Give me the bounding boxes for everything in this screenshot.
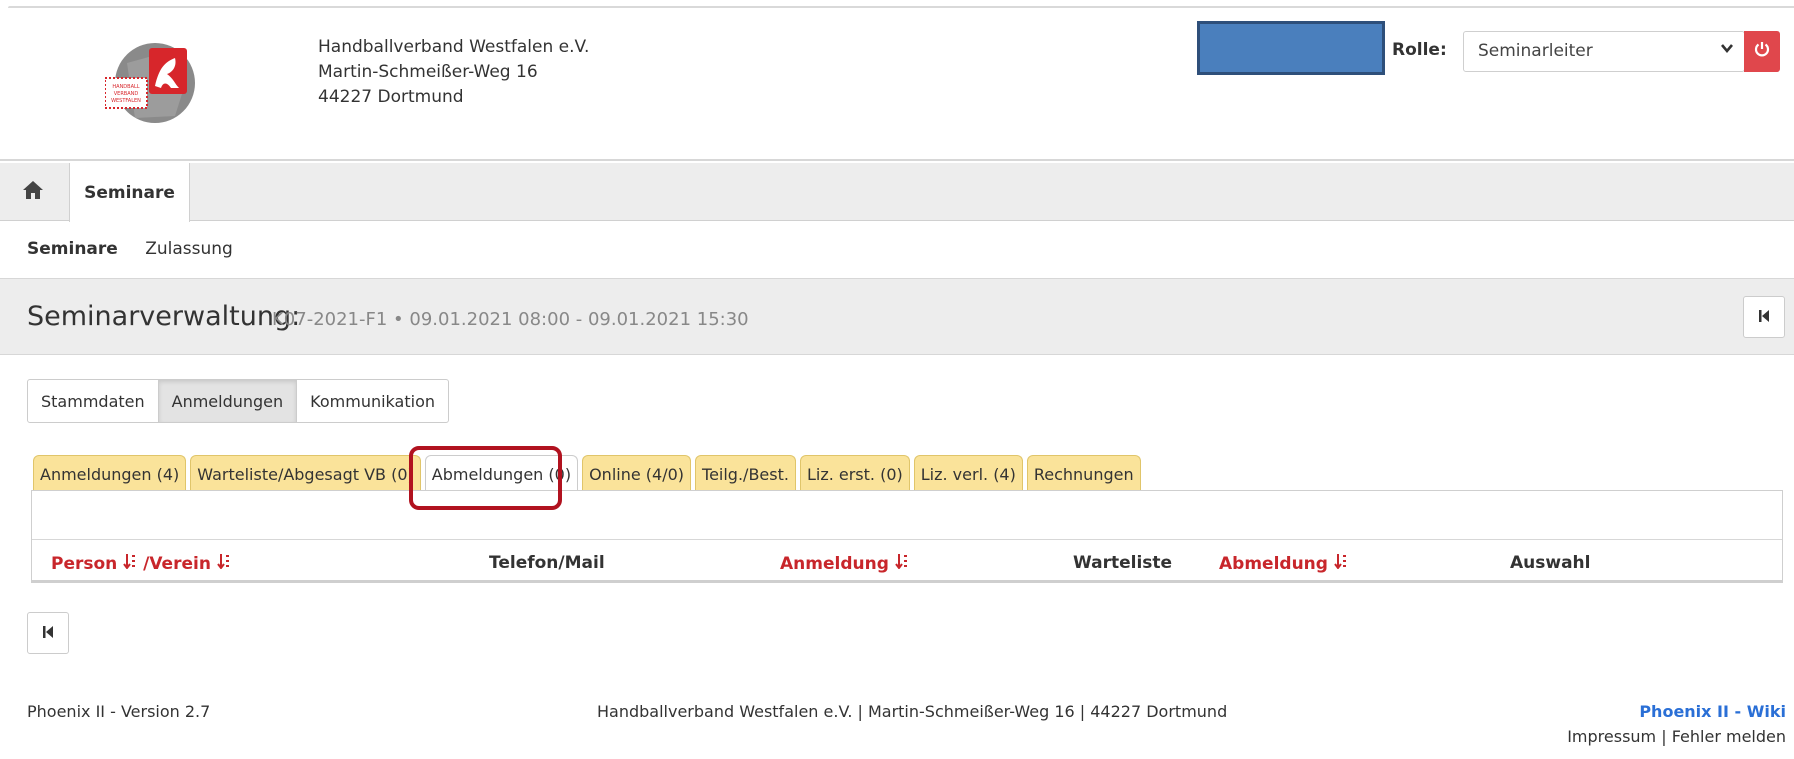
redacted-user-box: [1197, 21, 1385, 75]
sort-icon: [1334, 554, 1348, 574]
col-header-abmeldung[interactable]: Abmeldung: [1219, 553, 1348, 574]
tab-kommunikation[interactable]: Kommunikation: [296, 379, 449, 423]
subtab-abmeldungen[interactable]: Abmeldungen (0): [424, 455, 579, 492]
sort-icon: [894, 554, 909, 574]
association-address: Handballverband Westfalen e.V. Martin-Sc…: [318, 35, 589, 110]
main-nav: Seminare: [0, 163, 1794, 222]
col-verein-label: /Verein: [143, 554, 211, 574]
header: HANDBALL VERBAND WESTFALEN Handballverba…: [0, 8, 1794, 161]
subtab-liz-verl[interactable]: Liz. verl. (4): [913, 455, 1023, 492]
address-line-street: Martin-Schmeißer-Weg 16: [318, 62, 538, 82]
sort-icon: [217, 554, 231, 574]
footer-version: Phoenix II - Version 2.7: [27, 702, 211, 721]
col-header-anmeldung[interactable]: Anmeldung: [780, 553, 909, 574]
svg-text:VERBAND: VERBAND: [114, 91, 139, 97]
col-header-person-verein[interactable]: Person /Verein: [51, 553, 231, 574]
footer-links: Impressum | Fehler melden: [1567, 727, 1786, 746]
chevron-down-icon: [1720, 40, 1734, 59]
sort-icon: [123, 554, 137, 574]
svg-text:WESTFALEN: WESTFALEN: [111, 98, 141, 104]
col-abmeldung-label: Abmeldung: [1219, 554, 1328, 574]
table-bottom-border: [32, 580, 1782, 582]
subtab-online[interactable]: Online (4/0): [582, 455, 692, 492]
logout-button[interactable]: [1744, 31, 1780, 72]
home-icon: [22, 180, 44, 205]
subtab-warteliste[interactable]: Warteliste/Abgesagt VB (0): [190, 455, 421, 492]
col-person-label: Person: [51, 554, 118, 574]
power-icon: [1753, 40, 1771, 63]
address-line-name: Handballverband Westfalen e.V.: [318, 37, 590, 57]
back-to-start-button[interactable]: [1743, 296, 1785, 338]
role-label: Rolle:: [1392, 40, 1447, 60]
address-line-city: 44227 Dortmund: [318, 87, 464, 107]
page-subtitle: K07-2021-F1 • 09.01.2021 08:00 - 09.01.2…: [272, 309, 749, 330]
skip-back-icon: [42, 624, 54, 643]
impressum-link[interactable]: Impressum: [1567, 727, 1656, 746]
sub-navigation: Seminare Zulassung: [27, 239, 255, 259]
table-divider: [32, 539, 1782, 540]
registration-subtabs: Anmeldungen (4) Warteliste/Abgesagt VB (…: [33, 455, 1145, 492]
home-button[interactable]: [18, 177, 48, 207]
wiki-link[interactable]: Phoenix II - Wiki: [1639, 702, 1786, 721]
skip-back-icon: [1758, 308, 1770, 327]
svg-text:HANDBALL: HANDBALL: [112, 84, 139, 90]
subtab-teilg-best[interactable]: Teilg./Best.: [695, 455, 796, 492]
footer-address: Handballverband Westfalen e.V. | Martin-…: [597, 702, 1228, 721]
col-anmeldung-label: Anmeldung: [780, 554, 889, 574]
hvw-logo: HANDBALL VERBAND WESTFALEN: [104, 38, 197, 128]
page-title: Seminarverwaltung:: [27, 301, 301, 332]
title-bar: Seminarverwaltung: K07-2021-F1 • 09.01.2…: [0, 278, 1794, 355]
abmeldungen-table: Person /Verein Telefon/Mail Anmeldung Wa…: [31, 490, 1783, 583]
subtab-liz-erst[interactable]: Liz. erst. (0): [799, 455, 910, 492]
tab-seminare[interactable]: Seminare: [69, 163, 190, 222]
footer-divider: |: [1661, 727, 1667, 746]
subnav-zulassung[interactable]: Zulassung: [145, 239, 233, 259]
subnav-seminare[interactable]: Seminare: [27, 239, 118, 259]
col-header-telefon-mail: Telefon/Mail: [489, 553, 605, 573]
col-header-warteliste: Warteliste: [1073, 553, 1173, 573]
tab-anmeldungen[interactable]: Anmeldungen: [157, 379, 298, 423]
col-header-auswahl: Auswahl: [1510, 553, 1591, 573]
fehler-melden-link[interactable]: Fehler melden: [1672, 727, 1786, 746]
role-select-value: Seminarleiter: [1478, 41, 1593, 61]
subtab-rechnungen[interactable]: Rechnungen: [1026, 455, 1141, 492]
back-to-start-button-bottom[interactable]: [27, 612, 69, 654]
main-tab-group: Stammdaten Anmeldungen Kommunikation: [27, 379, 449, 423]
top-border: [0, 0, 1794, 8]
subtab-anmeldungen[interactable]: Anmeldungen (4): [33, 455, 187, 492]
role-select[interactable]: Seminarleiter: [1463, 31, 1745, 72]
tab-stammdaten[interactable]: Stammdaten: [27, 379, 159, 423]
